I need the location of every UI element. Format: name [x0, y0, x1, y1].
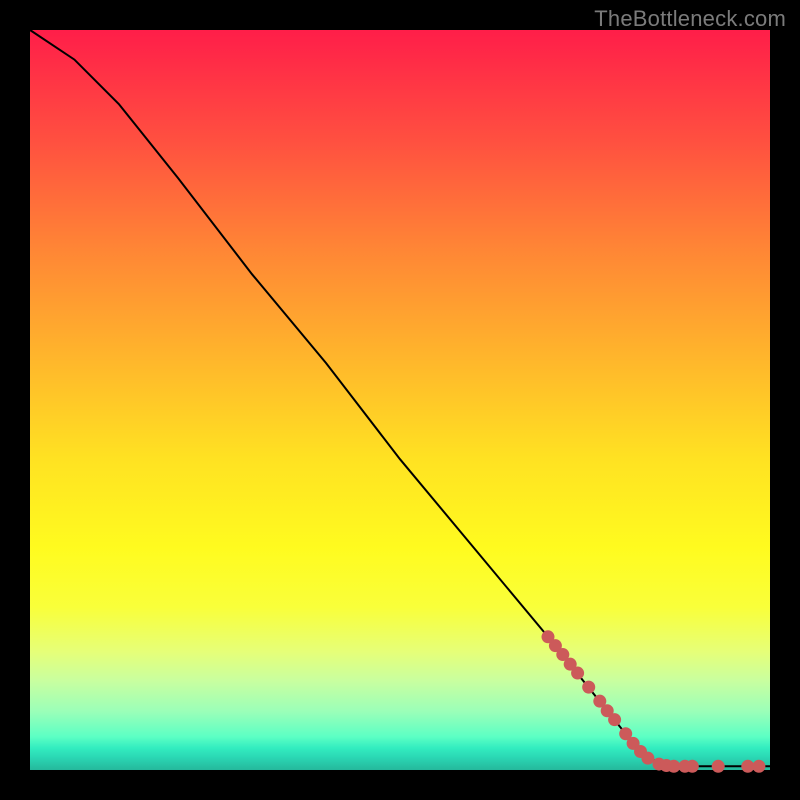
data-point — [582, 681, 595, 694]
chart-svg — [30, 30, 770, 770]
data-point — [741, 760, 754, 773]
watermark-text: TheBottleneck.com — [594, 6, 786, 32]
data-point — [641, 752, 654, 765]
data-point — [667, 760, 680, 773]
data-point — [608, 713, 621, 726]
data-point — [712, 760, 725, 773]
data-point — [686, 760, 699, 773]
data-point — [571, 667, 584, 680]
highlighted-points-group — [542, 630, 766, 773]
bottleneck-curve — [30, 30, 770, 766]
data-point — [752, 760, 765, 773]
